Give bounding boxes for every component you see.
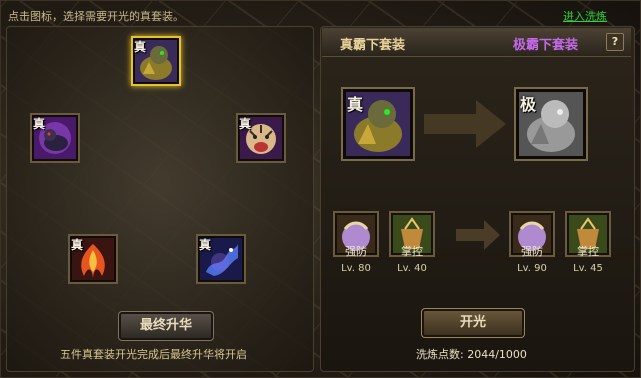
current-suit-title: 真霸下套装 [340,38,406,53]
instruction-text: 点击图标，选择需要开光的真套装。 [8,10,184,23]
target-suit-icon: 极 [514,87,588,161]
enter-refine-link[interactable]: 进入洗炼 [563,8,607,24]
help-button[interactable]: ? [606,33,624,51]
suit-slot-phoenix[interactable]: 真 [68,234,118,284]
skill-upgrade-arrow-icon [456,220,500,250]
refine-points-label: 洗炼点数: [416,348,464,361]
skill-name-control-target: 掌控 [577,245,599,258]
suit-slot-qilin[interactable]: 真 [131,36,181,86]
suit-slot-tiger[interactable]: 真 [236,113,286,163]
final-ascension-button[interactable]: 最终升华 [118,311,214,341]
skill-name-control: 掌控 [401,245,423,258]
skill-name-defense: 强防 [345,245,367,258]
true-suit-tag: 真 [347,95,364,114]
ultimate-suit-tag: 极 [520,95,537,114]
open-light-button[interactable]: 开光 [421,308,525,338]
skill-name-defense-target: 强防 [521,245,543,258]
target-suit-title: 极霸下套装 [513,38,579,53]
true-suit-tag: 真 [33,117,46,131]
true-suit-tag: 真 [239,117,252,131]
upgrade-arrow-icon [424,100,506,148]
true-suit-tag: 真 [199,238,212,252]
current-suit-icon: 真 [341,87,415,161]
refine-points-value: 2044/1000 [467,348,527,361]
true-suit-tag: 真 [71,238,84,252]
true-suit-tag: 真 [134,40,147,54]
skill-level-defense: Lv. 80 [341,263,371,274]
suit-slot-beast[interactable]: 真 [30,113,80,163]
refine-points: 洗炼点数: 2044/1000 [416,346,527,362]
unlock-condition-note: 五件真套装开光完成后最终升华将开启 [60,348,247,361]
suit-slot-dragon[interactable]: 真 [196,234,246,284]
skill-level-control: Lv. 40 [397,263,427,274]
skill-level-control-target: Lv. 45 [573,263,603,274]
skill-level-defense-target: Lv. 90 [517,263,547,274]
